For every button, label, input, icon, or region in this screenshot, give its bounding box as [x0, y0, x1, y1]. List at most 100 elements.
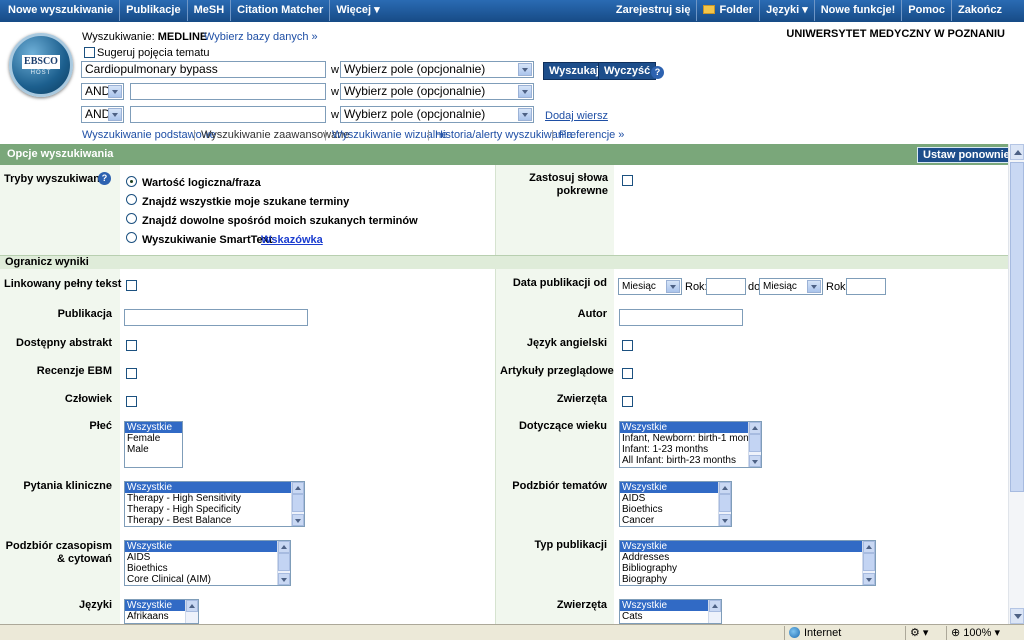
english-checkbox[interactable] [622, 340, 633, 351]
help-icon[interactable]: ? [651, 66, 664, 79]
scroll-down-icon[interactable] [292, 514, 304, 526]
scroll-thumb[interactable] [863, 553, 875, 571]
nav-register[interactable]: Zarejestruj się [610, 0, 698, 21]
search-term-input-1[interactable]: Cardiopulmonary bypass [81, 61, 326, 78]
list-item[interactable]: Cancer [620, 515, 731, 526]
year-to-input[interactable] [846, 278, 886, 295]
scroll-thumb[interactable] [719, 494, 731, 512]
scroll-down-icon[interactable] [749, 455, 761, 467]
scroll-thumb[interactable] [292, 494, 304, 512]
nav-new-search[interactable]: Nowe wyszukiwanie [2, 0, 121, 21]
sex-listbox[interactable]: Wszystkie Female Male [124, 421, 183, 468]
list-item[interactable]: AIDS [125, 552, 290, 563]
scroll-down-icon[interactable] [863, 573, 875, 585]
journal-subset-listbox[interactable]: Wszystkie AIDS Bioethics Core Clinical (… [124, 540, 291, 586]
list-item[interactable]: Infant, Newborn: birth-1 month [620, 433, 761, 444]
scroll-up-icon[interactable] [292, 482, 304, 494]
list-item[interactable]: Wszystkie [125, 541, 290, 552]
listbox-scrollbar[interactable] [277, 541, 290, 585]
field-select-3[interactable]: Wybierz pole (opcjonalnie) [340, 106, 534, 123]
list-item[interactable]: Wszystkie [125, 422, 182, 433]
age-listbox[interactable]: Wszystkie Infant, Newborn: birth-1 month… [619, 421, 762, 468]
tips-link[interactable]: Wskazówka [261, 234, 323, 246]
pub-date-to-month[interactable]: Miesiąc [759, 278, 823, 295]
visual-search-link[interactable]: Wyszukiwanie wizualne [332, 129, 447, 141]
page-scrollbar[interactable] [1008, 144, 1024, 624]
list-item[interactable]: Cats [620, 611, 721, 622]
listbox-scrollbar[interactable] [185, 600, 198, 623]
help-icon[interactable]: ? [98, 172, 111, 185]
scroll-up-icon[interactable] [278, 541, 290, 553]
clinical-queries-listbox[interactable]: Wszystkie Therapy - High Sensitivity The… [124, 481, 305, 527]
nav-help[interactable]: Pomoc [902, 0, 952, 21]
listbox-scrollbar[interactable] [708, 600, 721, 623]
list-item[interactable]: Addresses [620, 552, 875, 563]
nav-languages[interactable]: Języki ▾ [760, 0, 815, 21]
mode-any-terms-radio[interactable] [126, 213, 137, 224]
search-term-input-2[interactable] [130, 83, 326, 100]
scroll-thumb[interactable] [278, 553, 290, 571]
abstract-checkbox[interactable] [126, 340, 137, 351]
nav-mesh[interactable]: MeSH [188, 0, 232, 21]
zoom-control[interactable]: ⊕ 100% ▾ [946, 626, 1024, 640]
list-item[interactable]: Female [125, 433, 182, 444]
nav-publications[interactable]: Publikacje [120, 0, 188, 21]
list-item[interactable]: Bibliography [620, 563, 875, 574]
list-item[interactable]: Wszystkie [620, 422, 761, 433]
list-item[interactable]: Therapy - High Specificity [125, 504, 304, 515]
scroll-down-icon[interactable] [278, 573, 290, 585]
ebm-checkbox[interactable] [126, 368, 137, 379]
list-item[interactable]: Therapy - High Sensitivity [125, 493, 304, 504]
list-item[interactable]: All Infant: birth-23 months [620, 455, 761, 466]
boolean-select-2[interactable]: AND [81, 83, 124, 100]
listbox-scrollbar[interactable] [862, 541, 875, 585]
scroll-up-icon[interactable] [186, 600, 198, 612]
scroll-thumb[interactable] [749, 434, 761, 452]
publication-input[interactable] [124, 309, 308, 326]
field-select-1[interactable]: Wybierz pole (opcjonalnie) [340, 61, 534, 78]
advanced-search-link[interactable]: Wyszukiwanie zaawansowane [201, 129, 349, 141]
preferences-link[interactable]: Preferencje » [559, 129, 624, 141]
scroll-up-icon[interactable] [719, 482, 731, 494]
boolean-select-3[interactable]: AND [81, 106, 124, 123]
author-input[interactable] [619, 309, 743, 326]
add-row-link[interactable]: Dodaj wiersz [545, 110, 608, 122]
listbox-scrollbar[interactable] [291, 482, 304, 526]
field-select-2[interactable]: Wybierz pole (opcjonalnie) [340, 83, 534, 100]
choose-databases-link[interactable]: Wybierz bazy danych » [204, 31, 318, 43]
clear-button[interactable]: Wyczyść [598, 62, 657, 80]
languages-listbox[interactable]: Wszystkie Afrikaans [124, 599, 199, 624]
protected-mode[interactable]: ⚙ ▾ [905, 626, 945, 640]
mode-smarttext-radio[interactable] [126, 232, 137, 243]
list-item[interactable]: Core Clinical (AIM) [125, 574, 290, 585]
year-from-input[interactable] [706, 278, 746, 295]
animals-subset-listbox[interactable]: Wszystkie Cats [619, 599, 722, 624]
list-item[interactable]: AIDS [620, 493, 731, 504]
animals-checkbox[interactable] [622, 396, 633, 407]
list-item[interactable]: Wszystkie [620, 600, 721, 611]
scroll-up-icon[interactable] [709, 600, 721, 612]
scroll-up-icon[interactable] [749, 422, 761, 434]
scroll-down-icon[interactable] [1010, 608, 1024, 624]
search-term-input-3[interactable] [130, 106, 326, 123]
scroll-thumb[interactable] [1010, 162, 1024, 492]
human-checkbox[interactable] [126, 396, 137, 407]
mode-all-terms-radio[interactable] [126, 194, 137, 205]
review-checkbox[interactable] [622, 368, 633, 379]
suggest-subject-terms-checkbox[interactable] [84, 47, 95, 58]
subject-subset-listbox[interactable]: Wszystkie AIDS Bioethics Cancer [619, 481, 732, 527]
mode-boolean-radio[interactable] [126, 176, 137, 187]
listbox-scrollbar[interactable] [748, 422, 761, 467]
nav-exit[interactable]: Zakończ [952, 0, 1008, 21]
related-words-checkbox[interactable] [622, 175, 633, 186]
reset-button[interactable]: Ustaw ponownie [917, 147, 1016, 163]
scroll-down-icon[interactable] [719, 514, 731, 526]
scroll-up-icon[interactable] [1010, 144, 1024, 160]
pub-date-from-month[interactable]: Miesiąc [618, 278, 682, 295]
list-item[interactable]: Therapy - Best Balance [125, 515, 304, 526]
nav-citation-matcher[interactable]: Citation Matcher [231, 0, 331, 21]
list-item[interactable]: Biography [620, 574, 875, 585]
list-item[interactable]: Wszystkie [620, 541, 875, 552]
list-item[interactable]: Wszystkie [125, 482, 304, 493]
list-item[interactable]: Infant: 1-23 months [620, 444, 761, 455]
